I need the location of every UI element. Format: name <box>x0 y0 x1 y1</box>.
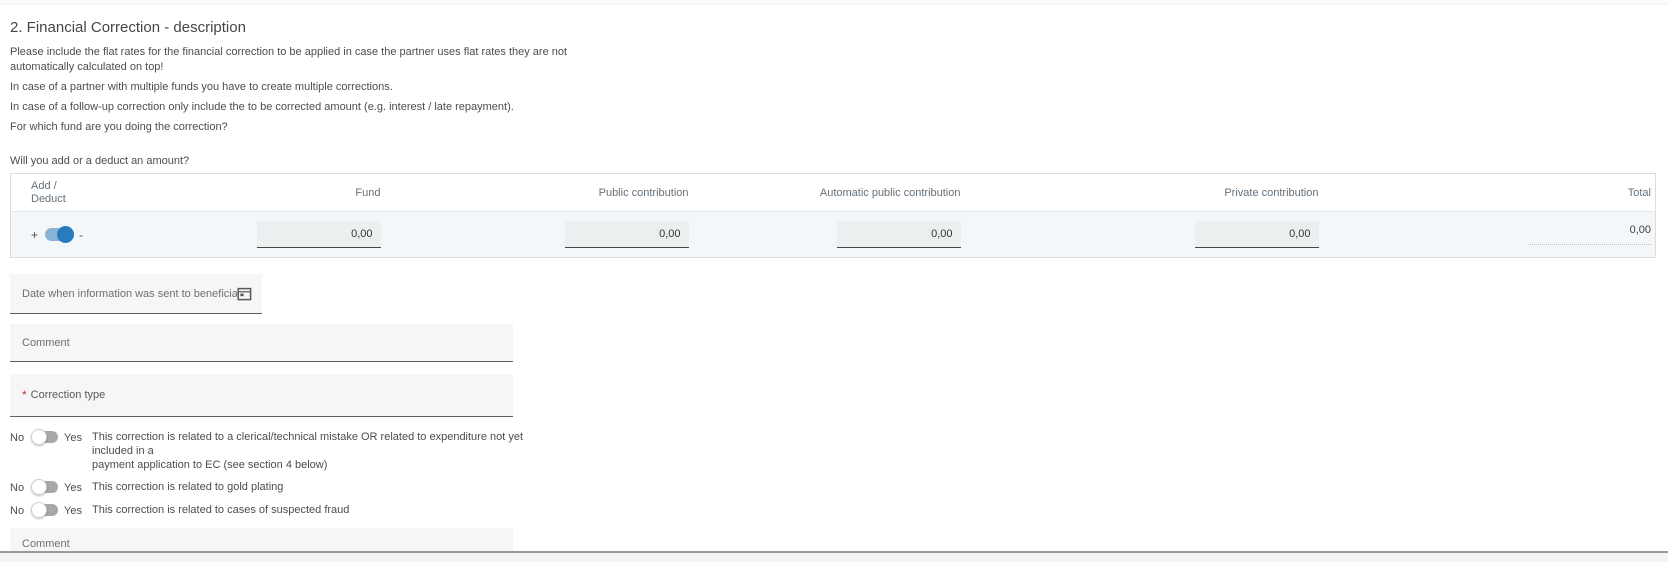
description-paragraph: Please include the flat rates for the fi… <box>10 45 1668 75</box>
public-contribution-input[interactable] <box>565 221 689 248</box>
toggle-knob <box>57 226 74 243</box>
fund-amount-input[interactable] <box>257 221 381 248</box>
correction-amounts-table: Add / Deduct Fund Public contribution Au… <box>10 173 1656 258</box>
description-paragraph: In case of a partner with multiple funds… <box>10 80 1668 95</box>
add-deduct-toggle[interactable] <box>45 228 72 241</box>
clerical-mistake-toggle[interactable] <box>32 431 58 443</box>
column-header-total: Total <box>1323 174 1656 212</box>
public-contribution-cell <box>385 212 693 258</box>
column-header-public-contribution: Public contribution <box>385 174 693 212</box>
total-cell: 0,00 <box>1323 212 1656 258</box>
section-title: 2. Financial Correction - description <box>10 19 1668 36</box>
table-row: + - 0,00 <box>11 212 1656 258</box>
column-header-automatic-public-contribution: Automatic public contribution <box>693 174 965 212</box>
toggle-row-suspected-fraud: No Yes This correction is related to cas… <box>10 503 1668 518</box>
automatic-public-contribution-input[interactable] <box>837 221 961 248</box>
calendar-button[interactable] <box>237 286 252 301</box>
top-divider-strip <box>0 0 1668 5</box>
column-header-fund: Fund <box>241 174 385 212</box>
toggle-row-gold-plating: No Yes This correction is related to gol… <box>10 480 1668 495</box>
toggle-description: This correction is related to gold plati… <box>92 480 283 494</box>
no-label: No <box>10 503 26 518</box>
description-paragraph: For which fund are you doing the correct… <box>10 120 1668 135</box>
suspected-fraud-toggle[interactable] <box>32 504 58 516</box>
no-label: No <box>10 430 26 445</box>
comment-field[interactable] <box>10 324 513 362</box>
fund-cell <box>241 212 385 258</box>
section-description: Please include the flat rates for the fi… <box>10 45 1668 135</box>
bottom-divider-strip <box>0 551 1668 562</box>
add-deduct-cell: + - <box>11 212 241 258</box>
total-value: 0,00 <box>1528 224 1651 245</box>
column-header-private-contribution: Private contribution <box>965 174 1323 212</box>
correction-type-label: Correction type <box>31 389 106 401</box>
yes-label: Yes <box>64 480 84 495</box>
yes-label: Yes <box>64 430 84 445</box>
column-header-add-deduct: Add / Deduct <box>11 174 241 212</box>
add-or-deduct-question: Will you add or a deduct an amount? <box>10 155 1668 167</box>
date-sent-to-beneficiary-input[interactable] <box>22 274 237 313</box>
toggle-knob <box>31 479 47 495</box>
comment-input[interactable] <box>22 324 503 361</box>
correction-type-field[interactable]: * Correction type <box>10 374 513 417</box>
toggle-row-clerical-mistake: No Yes This correction is related to a c… <box>10 430 1668 472</box>
related-toggles-group: No Yes This correction is related to a c… <box>10 430 1668 518</box>
private-contribution-input[interactable] <box>1195 221 1319 248</box>
private-contribution-cell <box>965 212 1323 258</box>
toggle-knob <box>31 502 47 518</box>
add-symbol: + <box>31 228 38 242</box>
calendar-icon <box>237 286 252 301</box>
description-paragraph: In case of a follow-up correction only i… <box>10 100 1668 115</box>
required-marker: * <box>22 388 27 402</box>
date-sent-to-beneficiary-field[interactable] <box>10 274 262 314</box>
table-header-row: Add / Deduct Fund Public contribution Au… <box>11 174 1656 212</box>
toggle-description: This correction is related to a clerical… <box>92 430 532 472</box>
yes-label: Yes <box>64 503 84 518</box>
deduct-symbol: - <box>79 228 83 242</box>
automatic-public-contribution-cell <box>693 212 965 258</box>
toggle-knob <box>31 429 47 445</box>
toggle-description: This correction is related to cases of s… <box>92 503 349 517</box>
financial-correction-section: 2. Financial Correction - description Pl… <box>0 19 1668 562</box>
no-label: No <box>10 480 26 495</box>
gold-plating-toggle[interactable] <box>32 481 58 493</box>
